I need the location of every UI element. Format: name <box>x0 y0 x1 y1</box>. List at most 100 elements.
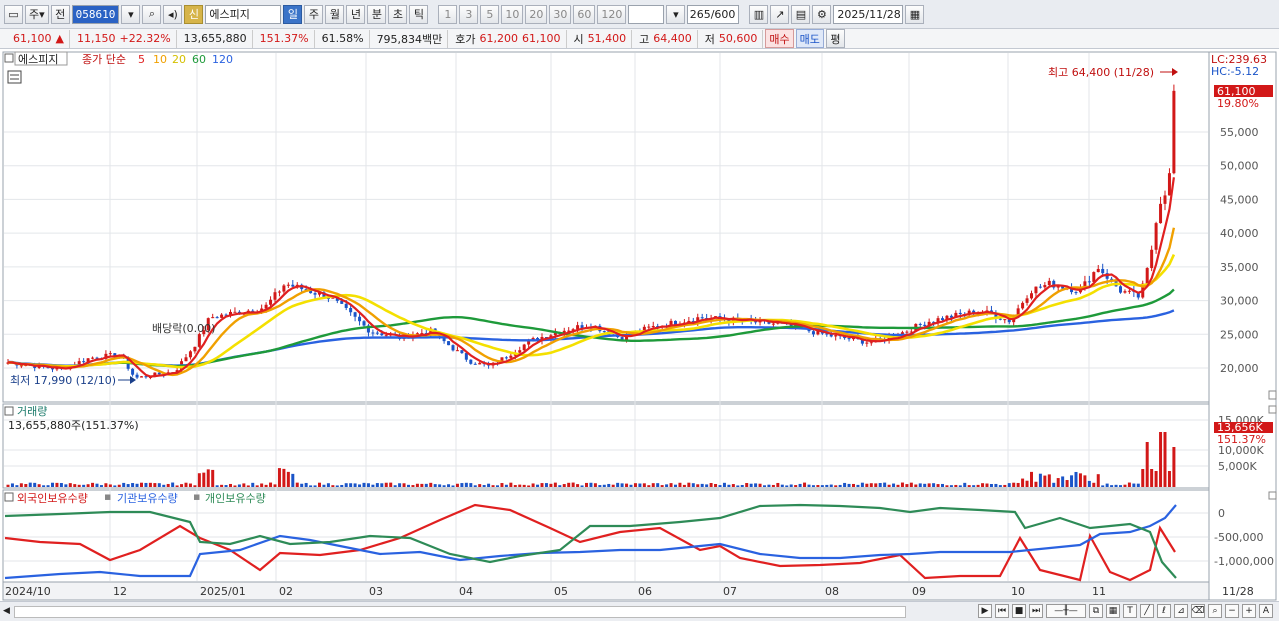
magnify-icon[interactable]: ⌕ <box>1208 604 1222 618</box>
volume-bar <box>1070 475 1074 487</box>
x-axis-label: 07 <box>723 585 737 598</box>
volume-bar <box>553 482 557 487</box>
eval-button[interactable]: 평 <box>825 29 845 48</box>
candle-body <box>371 332 375 334</box>
interval-5[interactable]: 5 <box>480 4 500 24</box>
stock-chart[interactable]: 에스피지 종가 단순 5 10 20 60 120 최고 64,400 (11/… <box>0 50 1279 602</box>
interval-3[interactable]: 3 <box>459 4 479 24</box>
stock-code-input[interactable]: 058610 <box>71 4 120 24</box>
candle-body <box>504 357 508 359</box>
candle-body <box>1145 268 1149 284</box>
volume-panel-close-icon[interactable] <box>1268 405 1277 414</box>
volume-bar <box>722 482 726 487</box>
count-field[interactable]: 265/600 <box>687 4 740 24</box>
tab-year[interactable]: 년 <box>346 4 366 24</box>
tab-minute[interactable]: 분 <box>367 4 387 24</box>
volume-bar <box>883 482 887 487</box>
gear-icon[interactable]: ⚙ <box>812 4 832 24</box>
volume-panel-menu-icon[interactable] <box>4 406 14 416</box>
high: 64,400 <box>653 32 692 45</box>
scroll-thumb[interactable] <box>14 606 906 618</box>
window-icon[interactable]: ▭ <box>4 4 23 24</box>
interval-1[interactable]: 1 <box>438 4 458 24</box>
turnover: 61.58% <box>317 29 370 48</box>
volume-bar <box>674 484 677 487</box>
trend-tool-icon[interactable]: ╱ <box>1140 604 1154 618</box>
horizontal-scrollbar[interactable]: ◀ ▶ ⏮ ■ ⏭ —╫— ⧉ ▦ T ╱ ℓ ⊿ ⌫ ⌕ − + A <box>0 601 1279 621</box>
volume-bar <box>398 483 402 487</box>
volume-bar <box>794 485 798 487</box>
candle-body <box>941 318 944 320</box>
sell-button[interactable]: 매도 <box>795 29 824 48</box>
volume-bar <box>731 484 735 487</box>
grid-icon[interactable]: ▦ <box>1106 604 1120 618</box>
candle-icon[interactable]: ▥ <box>749 4 769 24</box>
volume-bar <box>1025 480 1029 487</box>
volume-bar <box>251 482 255 487</box>
interval-10[interactable]: 10 <box>501 4 524 24</box>
stock-name-field[interactable]: 에스피지 <box>205 4 282 24</box>
save-icon[interactable]: ▤ <box>791 4 811 24</box>
volume-bar <box>1087 480 1091 487</box>
speaker-icon[interactable]: ◂) <box>163 4 183 24</box>
first-icon[interactable]: ⏮ <box>995 604 1009 618</box>
low-cell: 저 50,600 <box>700 29 764 48</box>
tab-week[interactable]: 주 <box>304 4 324 24</box>
ma120-legend: 120 <box>212 53 233 66</box>
holdings-panel-close-icon[interactable] <box>1268 491 1277 500</box>
interval-120[interactable]: 120 <box>597 4 627 24</box>
copy-icon[interactable]: ⧉ <box>1089 604 1103 618</box>
tab-tick[interactable]: 틱 <box>409 4 429 24</box>
scroll-right-icon[interactable]: ▶ <box>978 604 992 618</box>
last-icon[interactable]: ⏭ <box>1029 604 1043 618</box>
prev-button[interactable]: 전 <box>50 4 70 24</box>
interval-30[interactable]: 30 <box>549 4 572 24</box>
candle-body <box>197 334 201 347</box>
panel-menu-icon[interactable] <box>4 53 14 63</box>
draw-tool-icon[interactable]: ↗ <box>770 4 790 24</box>
volume-bar <box>6 484 10 487</box>
volume-bar <box>1003 484 1007 487</box>
zoom-slider[interactable]: —╫— <box>1046 604 1086 618</box>
eraser-icon[interactable]: ⌫ <box>1191 604 1205 618</box>
volume-bar <box>874 483 878 487</box>
buy-button[interactable]: 매수 <box>765 29 794 48</box>
zoom-in-icon[interactable]: + <box>1242 604 1256 618</box>
text-tool-icon[interactable]: T <box>1123 604 1137 618</box>
fib-tool-icon[interactable]: ℓ <box>1157 604 1171 618</box>
volume-bar <box>326 483 330 487</box>
individual-legend: 개인보유수량 <box>205 492 266 505</box>
interval-60[interactable]: 60 <box>573 4 596 24</box>
date-field[interactable]: 2025/11/28 <box>833 4 904 24</box>
zoom-out-icon[interactable]: − <box>1225 604 1239 618</box>
calc-icon[interactable] <box>7 70 22 84</box>
volume-bar <box>237 484 241 487</box>
open-cell: 시 51,400 <box>569 29 633 48</box>
volume-bar <box>611 484 615 487</box>
volume-bar <box>157 483 161 487</box>
price-panel-collapse-icon[interactable] <box>1268 390 1277 400</box>
interval-custom-input[interactable] <box>628 4 665 24</box>
candle-body <box>140 376 143 378</box>
measure-tool-icon[interactable]: ⊿ <box>1174 604 1188 618</box>
interval-20[interactable]: 20 <box>525 4 548 24</box>
holdings-panel-menu-icon[interactable] <box>4 492 14 502</box>
volume-bar <box>1061 476 1065 487</box>
search-icon[interactable]: ⌕ <box>142 4 162 24</box>
calendar-icon[interactable]: ▦ <box>905 4 925 24</box>
font-icon[interactable]: A <box>1259 604 1273 618</box>
candle-body <box>469 359 473 364</box>
tab-day[interactable]: 일 <box>283 4 303 24</box>
volume-bar <box>509 482 513 487</box>
volume-bar <box>424 483 428 487</box>
stop-icon[interactable]: ■ <box>1012 604 1026 618</box>
scroll-left-icon[interactable]: ◀ <box>3 606 10 616</box>
hoga-label: 호가 <box>455 32 476 46</box>
period-type-select[interactable]: 주 ▾ <box>25 4 49 24</box>
volume-bar <box>932 483 936 487</box>
interval-dropdown-icon[interactable]: ▾ <box>666 4 686 24</box>
tab-second[interactable]: 초 <box>388 4 408 24</box>
volume-bar <box>353 483 357 487</box>
code-dropdown-icon[interactable]: ▾ <box>121 4 141 24</box>
tab-month[interactable]: 월 <box>325 4 345 24</box>
